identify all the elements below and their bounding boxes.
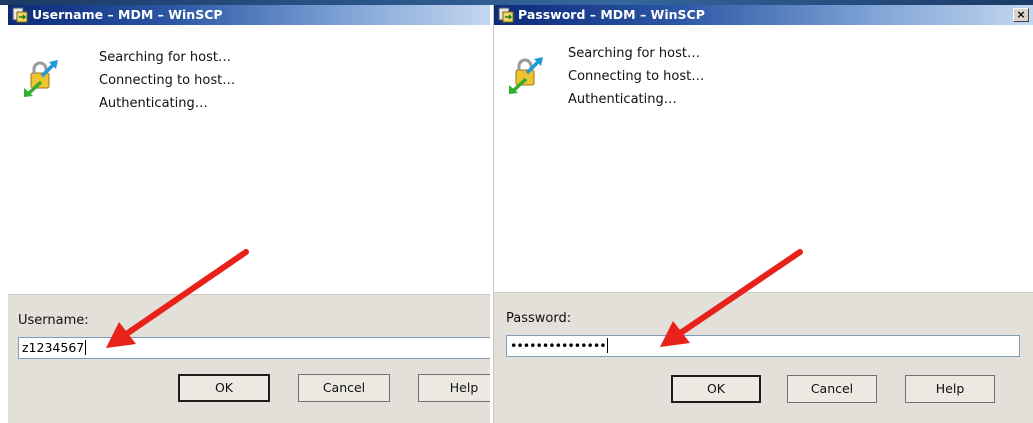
cancel-button[interactable]: Cancel	[787, 375, 877, 403]
status-connecting: Connecting to host…	[568, 69, 705, 84]
dialog-title: Password – MDM – WinSCP	[518, 7, 705, 22]
status-list: Searching for host… Connecting to host… …	[568, 42, 704, 111]
text-caret	[606, 338, 608, 353]
prompt-panel: Username: z1234567 OK Cancel Help	[8, 294, 490, 423]
status-authenticating: Authenticating…	[99, 96, 208, 111]
help-button[interactable]: Help	[418, 374, 490, 402]
text-caret	[85, 340, 87, 355]
winscp-app-icon	[498, 7, 514, 23]
prompt-panel: Password: ••••••••••••••• OK Cancel Help	[494, 292, 1033, 423]
username-value: z1234567	[22, 340, 85, 355]
lock-transfer-icon	[24, 60, 58, 97]
password-label: Password:	[506, 311, 572, 326]
close-icon[interactable]: ×	[1013, 8, 1029, 22]
help-button[interactable]: Help	[905, 375, 995, 403]
winscp-app-icon	[12, 7, 28, 23]
username-dialog: Username – MDM – WinSCP Searching for ho…	[8, 5, 490, 423]
status-connecting: Connecting to host…	[99, 73, 236, 88]
password-dialog: Password – MDM – WinSCP × Searching for …	[493, 5, 1033, 423]
username-label: Username:	[18, 313, 89, 328]
ok-button[interactable]: OK	[178, 374, 270, 402]
status-searching: Searching for host…	[568, 46, 700, 61]
username-dialog-titlebar[interactable]: Username – MDM – WinSCP	[8, 5, 490, 25]
password-dialog-titlebar[interactable]: Password – MDM – WinSCP ×	[494, 5, 1033, 25]
password-input[interactable]: •••••••••••••••	[506, 335, 1020, 357]
status-authenticating: Authenticating…	[568, 92, 677, 107]
status-list: Searching for host… Connecting to host… …	[99, 46, 235, 115]
password-value: •••••••••••••••	[510, 338, 607, 353]
ok-button[interactable]: OK	[671, 375, 761, 403]
lock-transfer-icon	[509, 57, 543, 94]
status-searching: Searching for host…	[99, 50, 231, 65]
username-input[interactable]: z1234567	[18, 337, 490, 359]
cancel-button[interactable]: Cancel	[298, 374, 390, 402]
dialog-title: Username – MDM – WinSCP	[32, 7, 223, 22]
